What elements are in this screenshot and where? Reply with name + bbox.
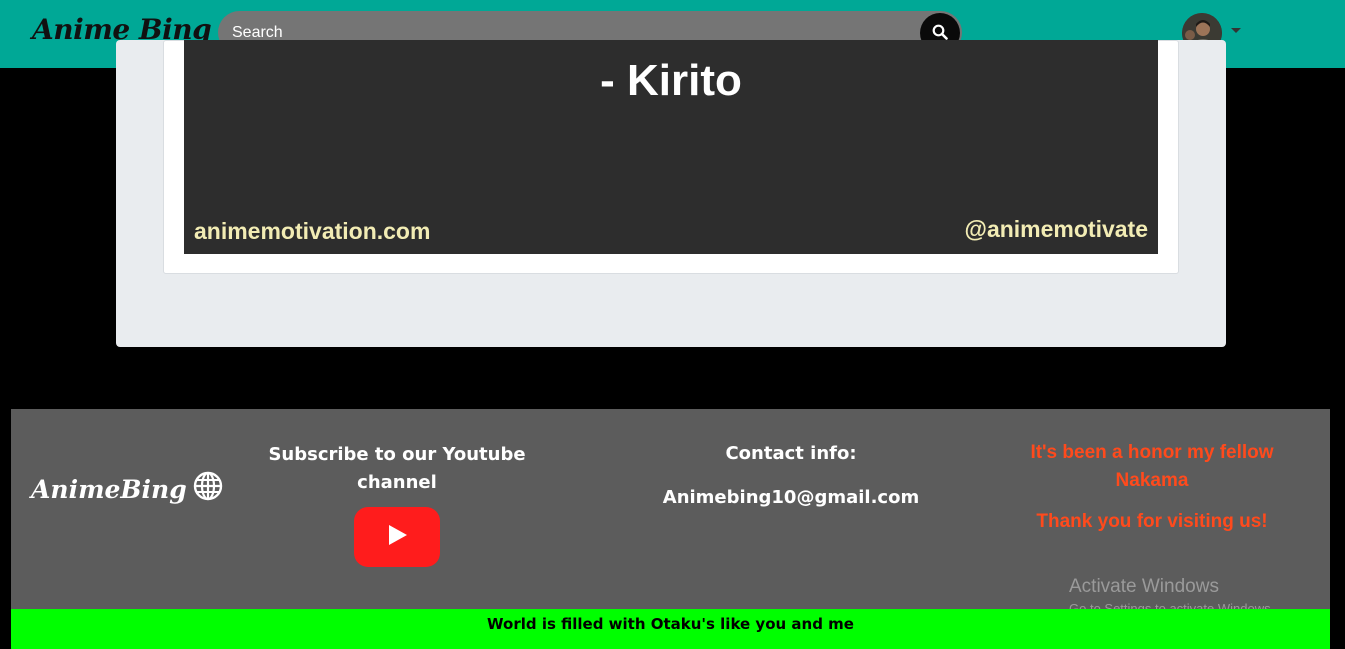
bottom-banner: World is filled with Otaku's like you an… <box>11 609 1330 649</box>
bottom-banner-text: World is filled with Otaku's like you an… <box>487 615 854 633</box>
quote-image: - Kirito animemotivation.com @animemotiv… <box>184 40 1158 254</box>
footer-logo[interactable]: AnimeBing <box>31 471 223 507</box>
watermark-handle: @animemotivate <box>964 216 1148 242</box>
footer-logo-text: AnimeBing <box>31 474 187 504</box>
quote-author: - Kirito <box>600 56 742 105</box>
contact-email[interactable]: Animebing10@gmail.com <box>651 487 931 508</box>
youtube-play-icon <box>385 523 409 551</box>
farewell-message: It's been a honor my fellow Nakama <box>1030 442 1274 491</box>
globe-icon <box>193 471 223 507</box>
youtube-button[interactable] <box>354 507 440 567</box>
caret-down-icon[interactable] <box>1231 28 1241 33</box>
contact-heading: Contact info: <box>725 443 857 464</box>
thanks-message: Thank you for visiting us! <box>1036 511 1268 532</box>
activate-windows-title: Activate Windows <box>1069 576 1219 597</box>
youtube-heading: Subscribe to our Youtube channel <box>268 444 526 493</box>
watermark-site: animemotivation.com <box>194 218 431 244</box>
